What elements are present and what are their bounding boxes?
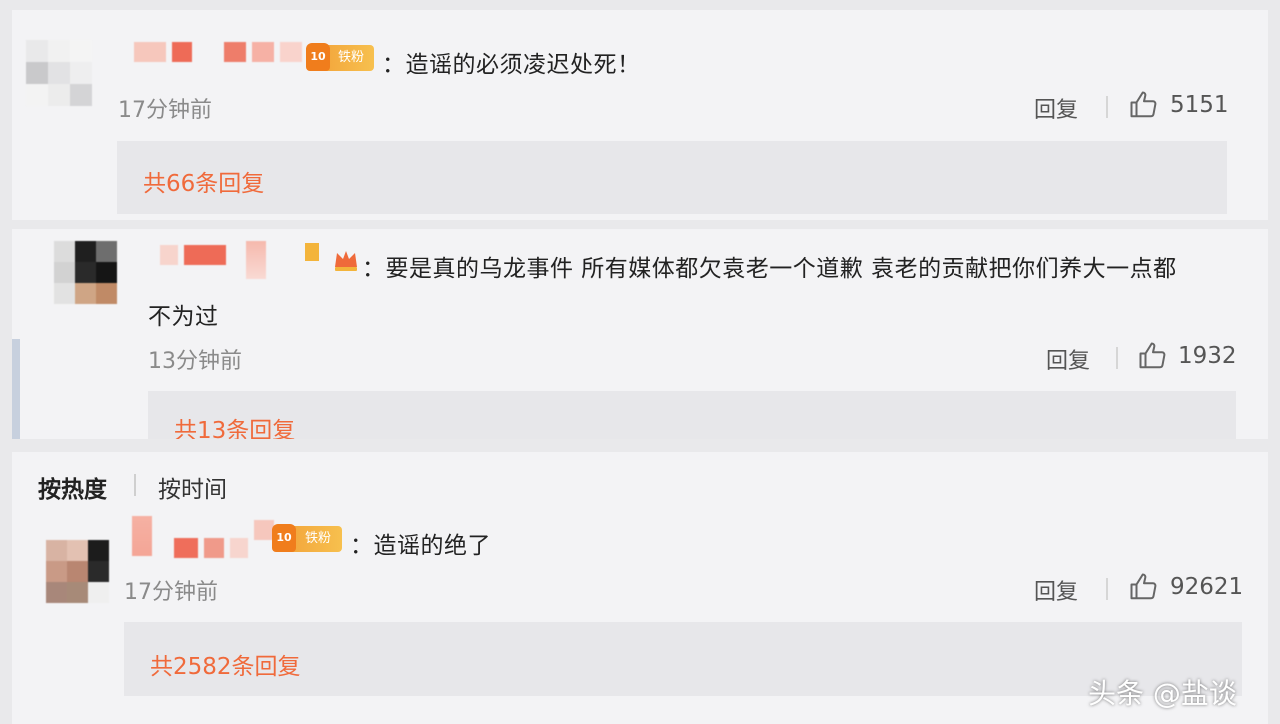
username-mosaic[interactable] <box>132 516 274 558</box>
watermark: 头条 @盐谈 <box>1088 677 1237 710</box>
comment-time: 13分钟前 <box>148 349 242 374</box>
action-divider <box>1116 347 1118 369</box>
username-mosaic[interactable] <box>134 42 302 62</box>
sort-by-time-tab[interactable]: 按时间 <box>158 470 227 504</box>
comment-card-2: ：要是真的乌龙事件 所有媒体都欠袁老一个道歉 袁老的贡献把你们养大一点都 不为过… <box>12 229 1268 439</box>
user-avatar[interactable] <box>46 540 109 603</box>
comment-text: ：要是真的乌龙事件 所有媒体都欠袁老一个道歉 袁老的贡献把你们养大一点都 <box>362 256 1177 282</box>
view-replies-link[interactable]: 共66条回复 <box>143 164 264 198</box>
view-replies-link[interactable]: 共2582条回复 <box>150 647 301 681</box>
replies-box[interactable]: 共13条回复 <box>148 391 1236 439</box>
reply-button[interactable]: 回复 <box>1034 574 1078 606</box>
fan-badge: 10 铁粉 <box>306 43 374 71</box>
scroll-edge <box>12 339 20 439</box>
reply-button[interactable]: 回复 <box>1046 343 1090 375</box>
comment-text-continued: 不为过 <box>148 304 219 330</box>
view-replies-link[interactable]: 共13条回复 <box>174 411 295 439</box>
fan-badge: 10 铁粉 <box>272 524 342 552</box>
comment-card-1: 10 铁粉 ：造谣的必须凌迟处死！ 17分钟前 回复 5151 共66条回复 <box>12 10 1268 220</box>
thumbs-up-icon[interactable] <box>1138 341 1168 371</box>
reply-button[interactable]: 回复 <box>1034 92 1078 124</box>
thumbs-up-icon[interactable] <box>1129 572 1159 602</box>
fan-level-badge-icon: 10 <box>306 43 330 71</box>
thumbs-up-icon[interactable] <box>1129 90 1159 120</box>
username-mosaic[interactable] <box>160 241 266 279</box>
comment-text: ：造谣的必须凌迟处死！ <box>382 52 641 78</box>
replies-box[interactable]: 共2582条回复 <box>124 622 1242 696</box>
action-divider <box>1106 578 1108 600</box>
like-count: 5151 <box>1170 92 1229 118</box>
like-count: 92621 <box>1170 574 1244 600</box>
comment-time: 17分钟前 <box>124 580 218 605</box>
bookmark-icon <box>305 243 319 261</box>
comment-text: ：造谣的绝了 <box>350 533 491 559</box>
action-divider <box>1106 96 1108 118</box>
sort-divider <box>134 474 136 496</box>
crown-badge-icon <box>335 251 357 271</box>
fan-level-badge-icon: 10 <box>272 524 296 552</box>
comment-time: 17分钟前 <box>118 98 212 123</box>
user-avatar[interactable] <box>26 40 92 106</box>
like-count: 1932 <box>1178 343 1237 369</box>
replies-box[interactable]: 共66条回复 <box>117 141 1227 214</box>
sort-by-hot-tab[interactable]: 按热度 <box>38 470 107 504</box>
user-avatar[interactable] <box>54 241 117 304</box>
comment-card-3: 按热度 按时间 10 铁粉 ：造谣的绝了 17分钟前 回复 92621 共258… <box>12 452 1268 724</box>
